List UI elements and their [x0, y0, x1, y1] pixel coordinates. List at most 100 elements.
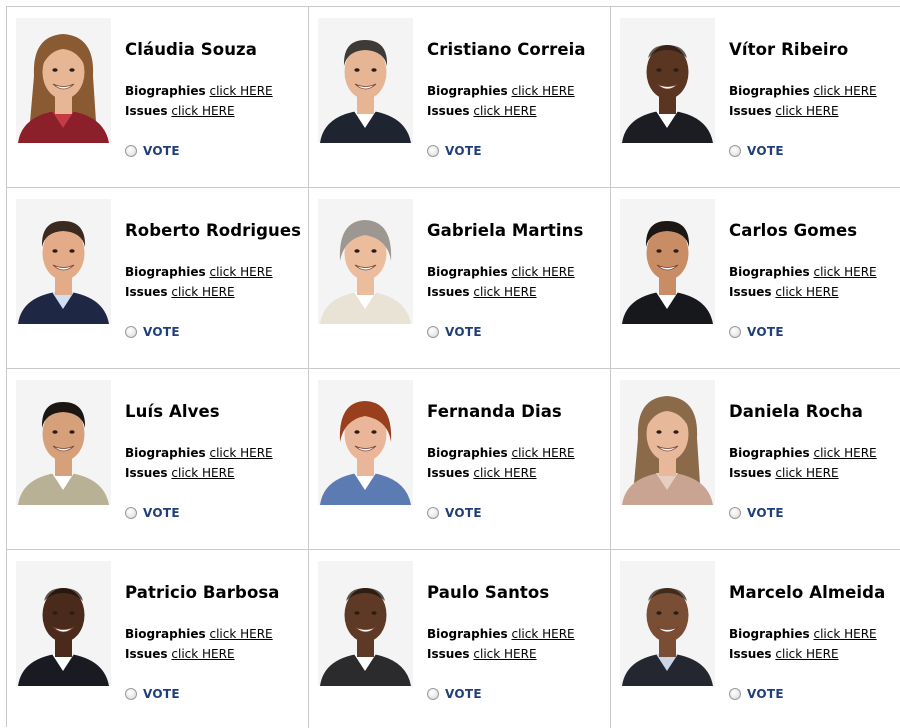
vote-option[interactable]: VOTE: [427, 686, 482, 702]
candidate-name: Gabriela Martins: [427, 221, 584, 240]
vote-radio[interactable]: [729, 145, 741, 157]
vote-option[interactable]: VOTE: [427, 143, 482, 159]
biographies-link[interactable]: click HERE: [511, 84, 574, 98]
vote-label: VOTE: [747, 506, 784, 520]
biographies-label: Biographies: [427, 627, 508, 641]
candidate-photo: [620, 561, 715, 686]
biographies-link[interactable]: click HERE: [813, 265, 876, 279]
biographies-link[interactable]: click HERE: [209, 627, 272, 641]
biographies-label: Biographies: [729, 627, 810, 641]
vote-radio[interactable]: [729, 688, 741, 700]
biographies-label: Biographies: [729, 446, 810, 460]
issues-link[interactable]: click HERE: [775, 104, 838, 118]
vote-option[interactable]: VOTE: [427, 324, 482, 340]
biographies-label: Biographies: [427, 84, 508, 98]
issues-label: Issues: [427, 285, 470, 299]
vote-option[interactable]: VOTE: [125, 686, 180, 702]
vote-radio[interactable]: [125, 145, 137, 157]
biographies-link[interactable]: click HERE: [813, 84, 876, 98]
issues-link[interactable]: click HERE: [171, 647, 234, 661]
issues-label: Issues: [729, 466, 772, 480]
candidate-card-luis-alves: Luís Alves Biographies click HERE Issues c…: [7, 369, 309, 550]
issues-link[interactable]: click HERE: [473, 104, 536, 118]
biographies-link[interactable]: click HERE: [511, 627, 574, 641]
candidate-card-cristiano-correia: Cristiano Correia Biographies click HERE I…: [309, 7, 611, 188]
issues-row: Issues click HERE: [729, 285, 839, 299]
issues-link[interactable]: click HERE: [171, 466, 234, 480]
candidate-name: Cláudia Souza: [125, 40, 257, 59]
vote-radio[interactable]: [125, 326, 137, 338]
candidate-card-gabriela-martins: Gabriela Martins Biographies click HERE Is…: [309, 188, 611, 369]
biographies-row: Biographies click HERE: [427, 627, 575, 641]
vote-label: VOTE: [747, 325, 784, 339]
candidate-photo: [620, 199, 715, 324]
candidate-name: Patricio Barbosa: [125, 583, 280, 602]
vote-option[interactable]: VOTE: [125, 324, 180, 340]
issues-row: Issues click HERE: [125, 104, 235, 118]
vote-radio[interactable]: [125, 507, 137, 519]
biographies-label: Biographies: [125, 265, 206, 279]
vote-radio[interactable]: [729, 507, 741, 519]
issues-link[interactable]: click HERE: [775, 285, 838, 299]
biographies-row: Biographies click HERE: [729, 627, 877, 641]
biographies-link[interactable]: click HERE: [209, 84, 272, 98]
vote-radio[interactable]: [427, 688, 439, 700]
vote-option[interactable]: VOTE: [427, 505, 482, 521]
issues-row: Issues click HERE: [125, 285, 235, 299]
biographies-label: Biographies: [729, 84, 810, 98]
biographies-row: Biographies click HERE: [427, 446, 575, 460]
biographies-row: Biographies click HERE: [729, 265, 877, 279]
candidate-photo: [620, 380, 715, 505]
candidate-photo: [318, 380, 413, 505]
issues-label: Issues: [729, 104, 772, 118]
vote-radio[interactable]: [427, 145, 439, 157]
vote-option[interactable]: VOTE: [125, 505, 180, 521]
issues-link[interactable]: click HERE: [171, 104, 234, 118]
biographies-row: Biographies click HERE: [125, 265, 273, 279]
biographies-link[interactable]: click HERE: [209, 446, 272, 460]
vote-label: VOTE: [143, 144, 180, 158]
vote-option[interactable]: VOTE: [729, 505, 784, 521]
issues-label: Issues: [427, 466, 470, 480]
vote-radio[interactable]: [427, 507, 439, 519]
biographies-link[interactable]: click HERE: [813, 446, 876, 460]
vote-radio[interactable]: [427, 326, 439, 338]
issues-link[interactable]: click HERE: [171, 285, 234, 299]
issues-link[interactable]: click HERE: [473, 466, 536, 480]
issues-label: Issues: [729, 285, 772, 299]
issues-link[interactable]: click HERE: [473, 285, 536, 299]
vote-option[interactable]: VOTE: [729, 324, 784, 340]
biographies-label: Biographies: [427, 265, 508, 279]
biographies-link[interactable]: click HERE: [511, 446, 574, 460]
biographies-row: Biographies click HERE: [125, 446, 273, 460]
candidate-card-paulo-santos: Paulo Santos Biographies click HERE Issues…: [309, 550, 611, 728]
vote-label: VOTE: [445, 687, 482, 701]
candidate-photo: [620, 18, 715, 143]
biographies-link[interactable]: click HERE: [209, 265, 272, 279]
vote-radio[interactable]: [729, 326, 741, 338]
candidate-photo: [16, 18, 111, 143]
issues-link[interactable]: click HERE: [473, 647, 536, 661]
biographies-row: Biographies click HERE: [427, 265, 575, 279]
vote-option[interactable]: VOTE: [729, 686, 784, 702]
candidate-name: Daniela Rocha: [729, 402, 863, 421]
candidate-name: Fernanda Dias: [427, 402, 562, 421]
issues-row: Issues click HERE: [729, 647, 839, 661]
candidate-card-claudia-souza: Cláudia Souza Biographies click HERE Issue…: [7, 7, 309, 188]
candidate-photo: [318, 561, 413, 686]
candidate-card-vitor-ribeiro: Vítor Ribeiro Biographies click HERE Issue…: [611, 7, 900, 188]
vote-label: VOTE: [445, 506, 482, 520]
candidate-photo: [16, 380, 111, 505]
issues-link[interactable]: click HERE: [775, 466, 838, 480]
biographies-link[interactable]: click HERE: [813, 627, 876, 641]
candidate-name: Roberto Rodrigues: [125, 221, 302, 240]
candidate-grid: Cláudia Souza Biographies click HERE Issue…: [6, 6, 900, 728]
vote-option[interactable]: VOTE: [729, 143, 784, 159]
biographies-link[interactable]: click HERE: [511, 265, 574, 279]
vote-label: VOTE: [747, 687, 784, 701]
issues-link[interactable]: click HERE: [775, 647, 838, 661]
biographies-row: Biographies click HERE: [729, 446, 877, 460]
vote-option[interactable]: VOTE: [125, 143, 180, 159]
candidate-card-marcelo-almeida: Marcelo Almeida Biographies click HERE Iss…: [611, 550, 900, 728]
vote-radio[interactable]: [125, 688, 137, 700]
